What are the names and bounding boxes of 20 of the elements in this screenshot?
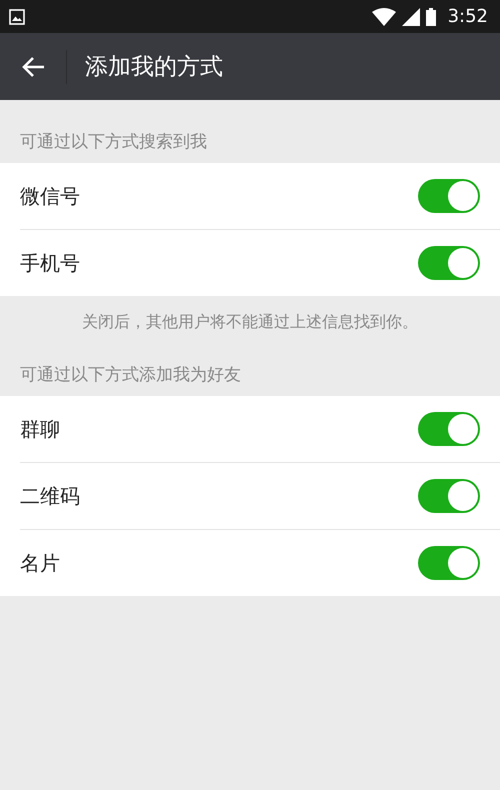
setting-label: 群聊 — [20, 416, 60, 442]
signal-icon — [402, 8, 420, 26]
setting-label: 二维码 — [20, 482, 80, 510]
section-heading: 可通过以下方式搜索到我 — [19, 131, 208, 154]
toggle-switch[interactable] — [418, 179, 480, 213]
toggle-switch[interactable] — [418, 246, 480, 280]
back-arrow-icon[interactable] — [22, 54, 46, 78]
toggle-switch[interactable] — [418, 546, 480, 580]
clock-time: 3:52 — [448, 6, 488, 27]
note-text: 关闭后，其他用户将不能通过上述信息找到你。 — [81, 311, 419, 333]
battery-icon — [426, 8, 436, 26]
section-heading: 可通过以下方式添加我为好友 — [19, 364, 242, 387]
setting-label: 名片 — [20, 550, 60, 576]
page-title: 添加我的方式 — [85, 53, 223, 82]
wifi-icon — [372, 8, 396, 26]
toggle-switch[interactable] — [418, 412, 480, 446]
image-icon — [9, 8, 25, 24]
toggle-switch[interactable] — [418, 479, 480, 513]
setting-label: 微信号 — [20, 182, 80, 210]
setting-label: 手机号 — [20, 250, 80, 276]
